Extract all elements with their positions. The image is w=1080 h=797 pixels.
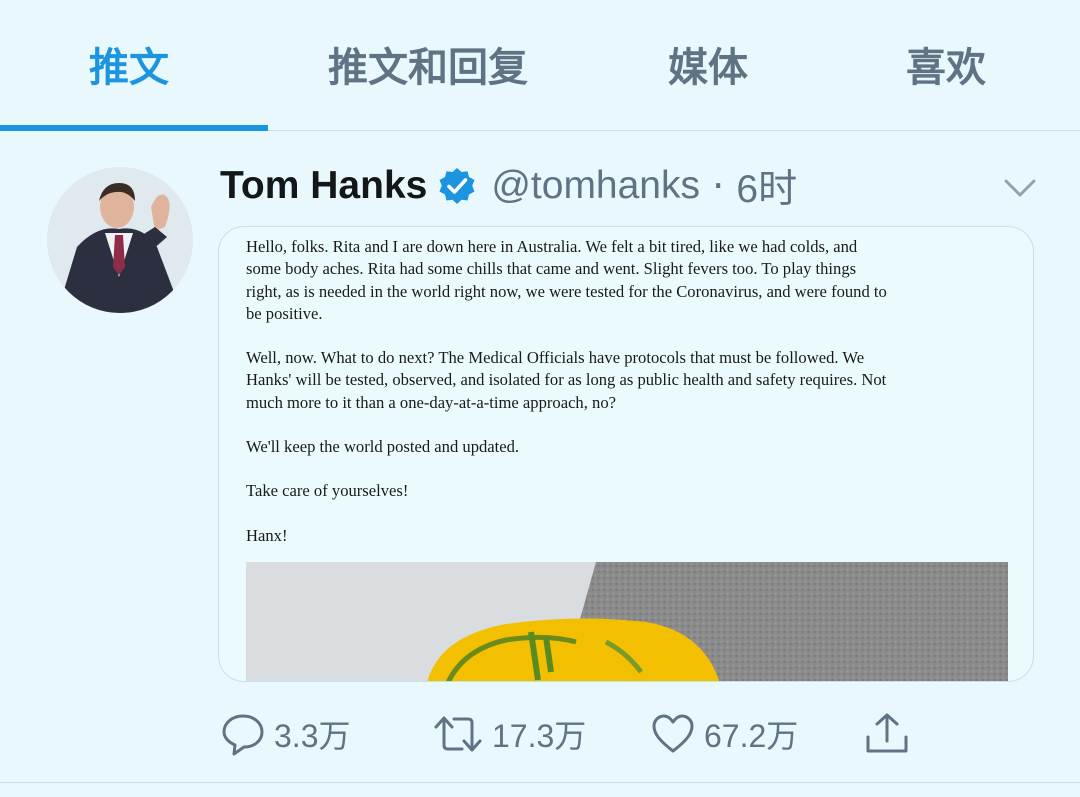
separator-dot: · [712, 163, 725, 209]
share-icon [866, 713, 908, 753]
tab-tweets[interactable]: 推文 [89, 38, 169, 98]
active-tab-indicator [0, 125, 268, 131]
retweet-icon [434, 716, 482, 752]
avatar-photo [47, 167, 193, 313]
tweet-media-card[interactable]: Hello, folks. Rita and I are down here i… [218, 226, 1034, 682]
like-count: 67.2万 [704, 718, 799, 754]
letter-signoff: Hanx! [246, 525, 288, 545]
like-icon [652, 714, 694, 753]
display-name[interactable]: Tom Hanks [220, 164, 427, 208]
handle[interactable]: @tomhanks [491, 164, 700, 208]
profile-timeline: 推文 推文和回复 媒体 喜欢 Tom Hanks @tomhanks · 6时 … [0, 0, 1080, 797]
tweet-photo[interactable] [246, 562, 1008, 681]
verified-badge-icon [439, 168, 475, 204]
reply-icon [222, 714, 264, 756]
letter-paragraph: Hello, folks. Rita and I are down here i… [246, 237, 887, 323]
tab-tweets-and-replies[interactable]: 推文和回复 [328, 38, 528, 98]
divider [0, 782, 1080, 783]
retweet-count: 17.3万 [492, 718, 587, 754]
tab-media[interactable]: 媒体 [668, 38, 748, 98]
avatar[interactable] [47, 167, 193, 313]
like-button[interactable]: 67.2万 [650, 710, 798, 758]
tweet-actions: 3.3万 17.3万 67.2万 [0, 700, 1080, 770]
reply-count: 3.3万 [274, 718, 351, 754]
letter-paragraph: We'll keep the world posted and updated. [246, 437, 520, 457]
tab-likes[interactable]: 喜欢 [906, 38, 986, 98]
timestamp[interactable]: 6时 [736, 158, 797, 214]
photo-image [246, 562, 1008, 681]
share-button[interactable] [862, 710, 920, 758]
tweet-header: Tom Hanks @tomhanks · 6时 [220, 158, 797, 214]
profile-tabs: 推文 推文和回复 媒体 喜欢 [0, 0, 1080, 131]
letter-image-text: Hello, folks. Rita and I are down here i… [246, 236, 1008, 569]
letter-paragraph: Take care of yourselves! [246, 481, 409, 501]
retweet-button[interactable]: 17.3万 [432, 710, 586, 758]
chevron-down-icon[interactable] [1002, 170, 1038, 206]
letter-paragraph: Well, now. What to do next? The Medical … [246, 348, 887, 412]
reply-button[interactable]: 3.3万 [220, 710, 351, 758]
